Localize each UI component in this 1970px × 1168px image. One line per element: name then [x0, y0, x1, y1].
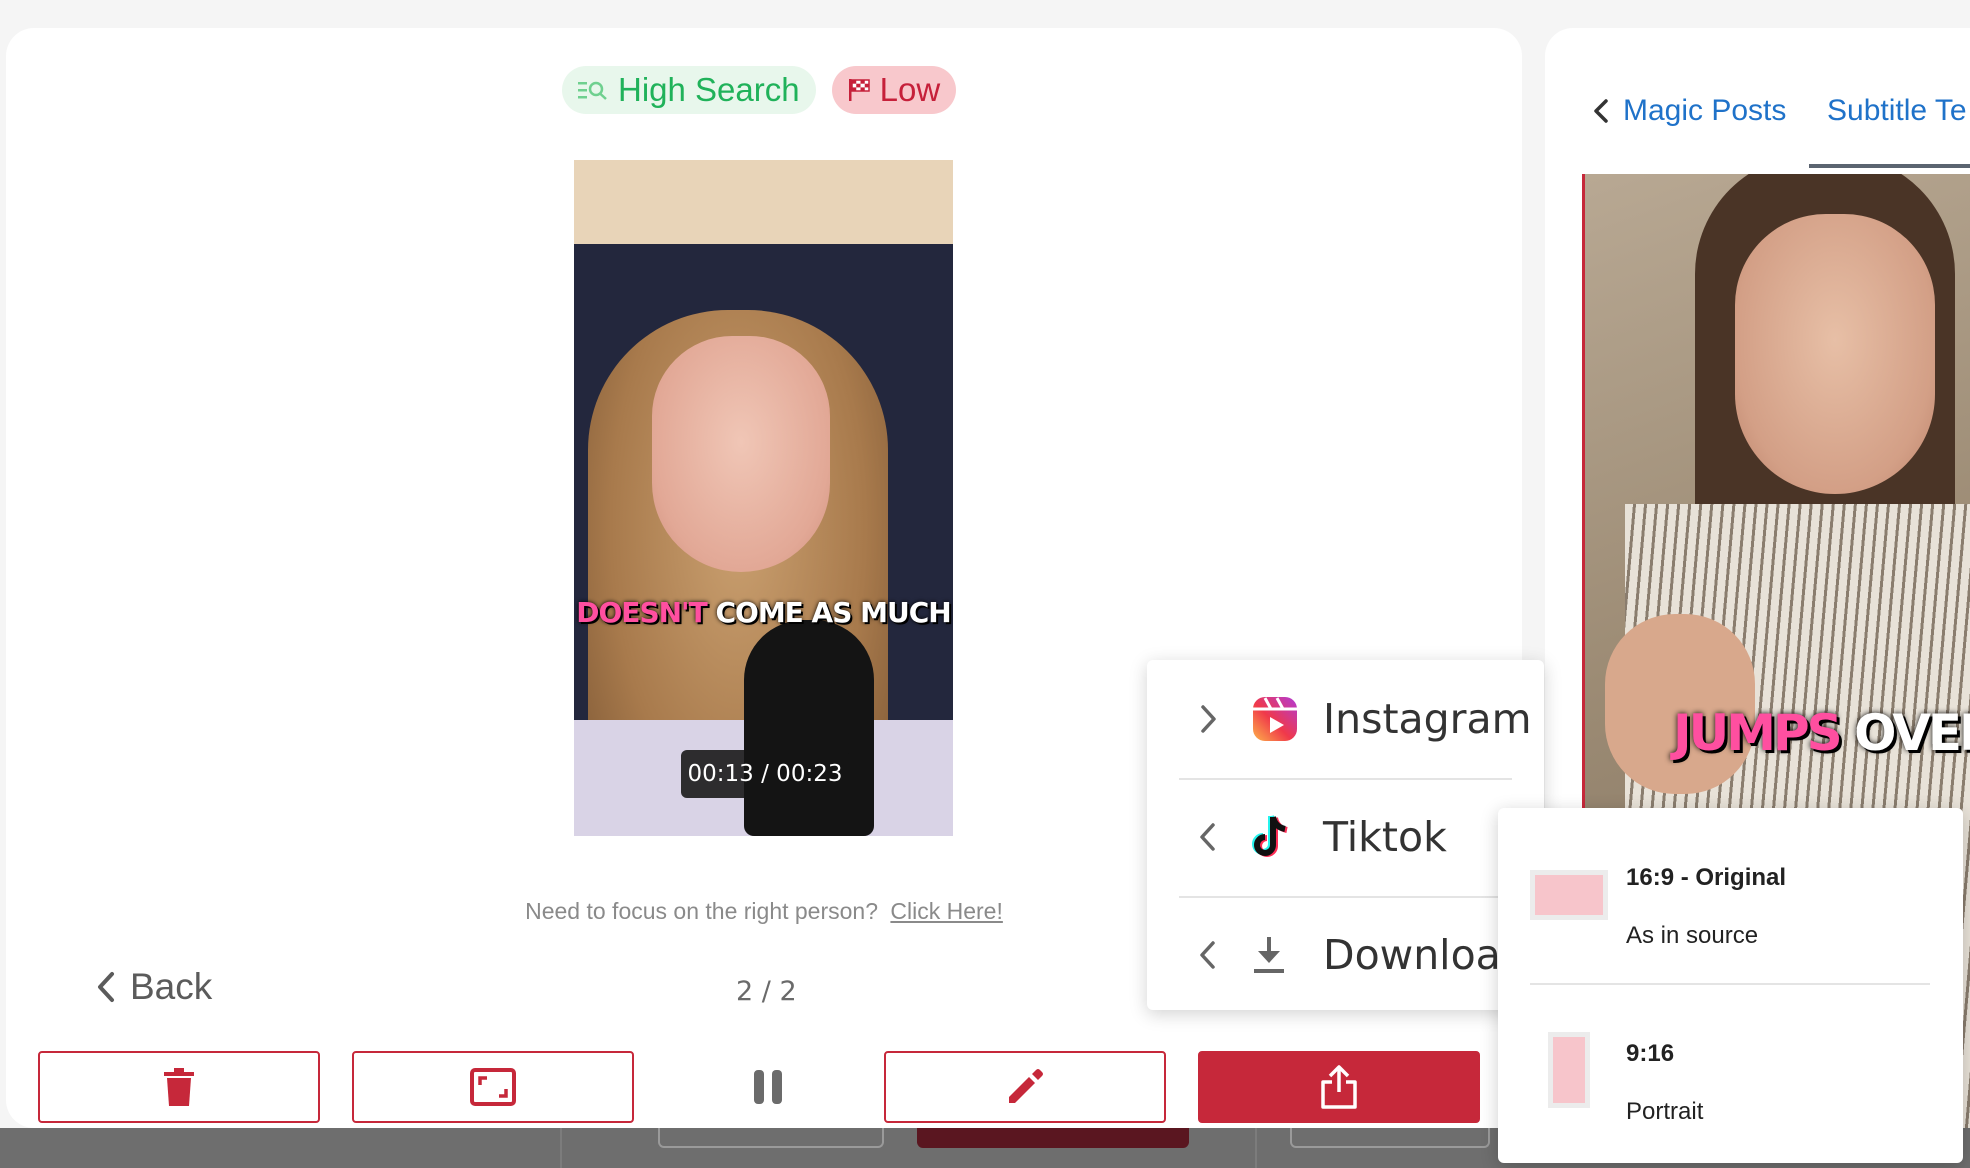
share-button[interactable] [1198, 1051, 1480, 1123]
preview-subtitle-text: OVER TH [1854, 704, 1970, 762]
chevron-left-icon [1200, 941, 1215, 969]
active-tab-indicator [1809, 164, 1970, 168]
bg-button-ghost [658, 1128, 884, 1148]
chevron-left-icon [98, 972, 114, 1002]
ratio-submenu: 16:9 - Original As in source 9:16 Portra… [1498, 808, 1963, 1163]
video-microphone [744, 620, 874, 836]
download-icon [1254, 937, 1284, 973]
bg-button-ghost [1290, 1128, 1490, 1148]
bg-divider [560, 1128, 562, 1168]
pencil-icon [1009, 1069, 1043, 1103]
focus-hint-text: Need to focus on the right person? [525, 898, 879, 924]
aspect-ratio-icon [470, 1068, 516, 1106]
checkered-flag-icon [848, 79, 870, 101]
aspect-ratio-button[interactable] [352, 1051, 634, 1123]
video-subtitle: DOESN'T COME AS MUCH [574, 596, 953, 629]
share-icon [1321, 1065, 1357, 1109]
tab-magic-posts[interactable]: Magic Posts [1593, 94, 1786, 128]
subtitle-text: COME AS MUCH [715, 596, 951, 629]
tab-subtitle-templates[interactable]: Subtitle Te [1827, 94, 1967, 128]
back-label: Back [130, 966, 213, 1007]
portrait-ratio-icon [1548, 1032, 1590, 1108]
tiktok-icon [1252, 815, 1288, 857]
video-subject-face [652, 336, 830, 572]
bg-button-ghost-dark [917, 1128, 1189, 1148]
focus-hint-link[interactable]: Click Here! [890, 898, 1002, 924]
page-indicator: 2 / 2 [736, 976, 797, 1007]
chevron-left-icon [1200, 823, 1215, 851]
video-background [574, 160, 953, 244]
ratio-option-portrait[interactable]: 9:16 Portrait [1498, 808, 1963, 1125]
menu-item-label: Instagram [1323, 695, 1532, 743]
chevron-left-icon [1594, 99, 1608, 123]
preview-subtitle: JUMPS OVER TH [1673, 704, 1970, 762]
back-button[interactable]: Back [96, 966, 212, 1008]
tab-magic-posts-label: Magic Posts [1623, 94, 1787, 127]
search-badge-label: High Search [618, 71, 800, 108]
menu-item-label: Tiktok [1323, 813, 1447, 861]
subtitle-highlight-word: DOESN'T [576, 596, 707, 629]
video-preview[interactable]: DOESN'T COME AS MUCH 00:13 / 00:23 [574, 160, 953, 836]
pause-button[interactable] [746, 1064, 790, 1110]
edit-button[interactable] [884, 1051, 1166, 1123]
search-list-icon [578, 81, 607, 100]
bg-divider [1255, 1128, 1257, 1168]
ratio-title: 9:16 [1626, 1040, 1675, 1067]
menu-item-download[interactable]: Download [1147, 896, 1544, 1010]
ratio-subtitle: Portrait [1626, 1098, 1704, 1125]
preview-subject-face [1735, 214, 1935, 494]
menu-item-tiktok[interactable]: Tiktok [1147, 778, 1544, 896]
share-menu: Instagram Tiktok Download [1147, 660, 1544, 1010]
badge-row: High Search Low [562, 66, 957, 114]
menu-item-instagram[interactable]: Instagram [1147, 660, 1544, 778]
submenu-divider [1530, 983, 1930, 985]
delete-button[interactable] [38, 1051, 320, 1123]
panel-tabs: Magic Posts Subtitle Te [1545, 80, 1970, 170]
instagram-reels-icon [1253, 697, 1297, 741]
pause-icon [754, 1070, 782, 1104]
search-volume-badge: High Search [562, 66, 816, 114]
priority-badge: Low [831, 66, 957, 114]
video-timestamp: 00:13 / 00:23 [681, 750, 849, 798]
menu-item-label: Download [1323, 931, 1527, 979]
preview-subtitle-highlight: JUMPS [1673, 704, 1843, 762]
trash-icon [164, 1068, 194, 1106]
priority-badge-label: Low [879, 71, 941, 108]
chevron-right-icon [1201, 705, 1216, 733]
